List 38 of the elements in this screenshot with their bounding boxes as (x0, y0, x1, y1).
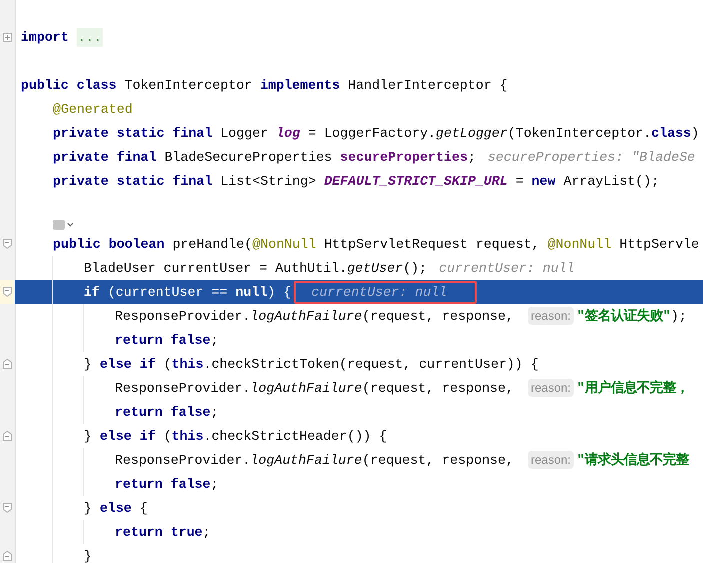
code-text: ResponseProvider.logAuthFailure(request, response, (115, 308, 515, 324)
code-text: if (currentUser == null) { (84, 284, 292, 300)
code-text: } (84, 548, 92, 563)
fold-marker-icon[interactable] (3, 503, 12, 513)
fold-marker-icon[interactable] (3, 431, 12, 441)
code-text: "用户信息不完整， (577, 379, 689, 397)
code-text: public boolean preHandle(@NonNull HttpServletRequest request, @NonNull HttpServle (53, 236, 700, 252)
inlay-hint-icon[interactable] (53, 220, 75, 230)
code-text: public class TokenInterceptor implements HandlerInterceptor { (21, 78, 508, 92)
code-text: "签名认证失败"); (577, 308, 687, 325)
fold-marker-icon[interactable] (3, 287, 12, 297)
fold-marker-icon[interactable] (3, 359, 12, 369)
parameter-hint: reason: (528, 379, 574, 397)
code-text: "请求头信息不完整 (577, 451, 689, 469)
code-text: } else if (this.checkStrictHeader()) { (84, 428, 388, 444)
inline-value-hint: secureProperties: "BladeSe (488, 150, 696, 164)
code-text: import (21, 30, 70, 44)
code-text: private static final Logger log = LoggerFactory.getLogger(TokenInterceptor.class) (53, 126, 700, 140)
code-text: } else { (84, 500, 148, 516)
code-text: return true; (115, 524, 211, 540)
folded-code[interactable]: ... (76, 28, 103, 46)
code-text: return false; (115, 476, 219, 492)
inline-value-hint: currentUser: null (439, 260, 575, 276)
code-text: return false; (115, 332, 219, 348)
code-text: private final BladeSecureProperties secureProperties; (53, 150, 476, 164)
code-text: private static final List<String> DEFAULT_STRICT_SKIP_URL = new ArrayList(); (53, 174, 660, 188)
parameter-hint: reason: (528, 451, 574, 469)
code-text: } else if (this.checkStrictToken(request, currentUser)) { (84, 356, 539, 372)
parameter-hint: reason: (528, 307, 574, 325)
fold-marker-icon[interactable] (3, 239, 12, 249)
fold-marker-icon[interactable] (3, 551, 12, 561)
fold-marker-icon[interactable] (3, 32, 12, 42)
code-text: ResponseProvider.logAuthFailure(request, response, (115, 452, 515, 468)
code-text: BladeUser currentUser = AuthUtil.getUser(); (84, 260, 428, 276)
code-text: ResponseProvider.logAuthFailure(request, response, (115, 380, 515, 396)
code-text: @Generated (53, 102, 133, 116)
code-text: return false; (115, 404, 219, 420)
inline-value-hint: currentUser: null (294, 280, 478, 304)
